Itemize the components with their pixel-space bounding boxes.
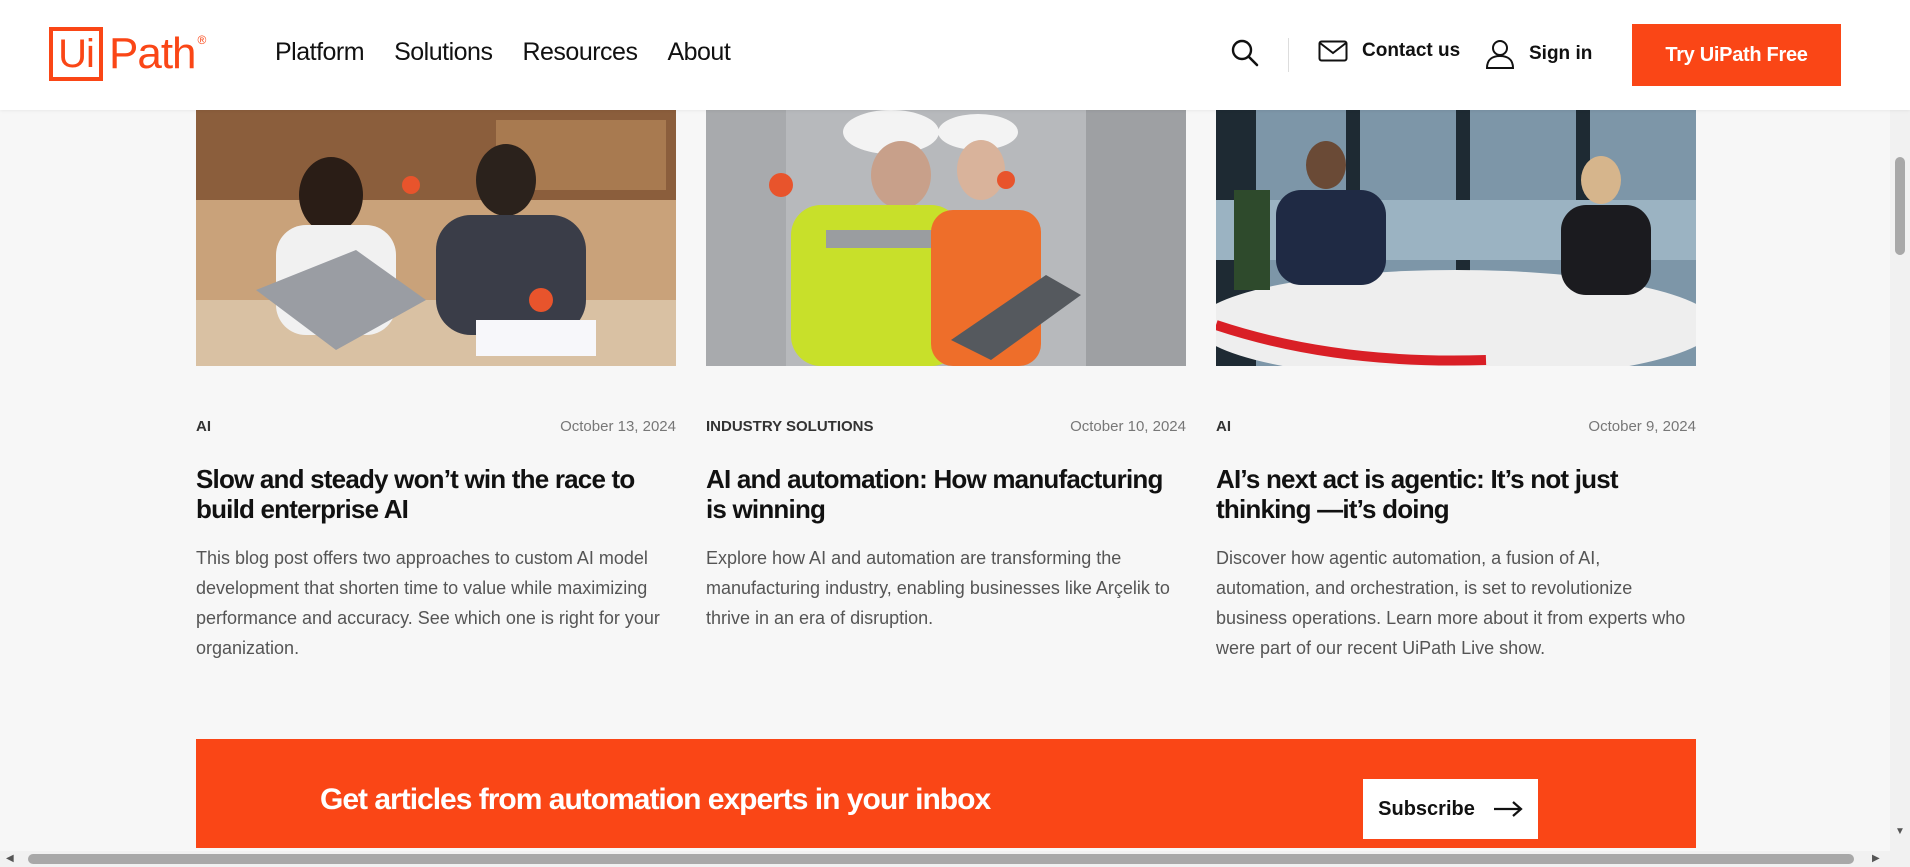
article-image-factory[interactable] xyxy=(706,110,1186,366)
horizontal-scrollbar[interactable]: ◀ ▶ xyxy=(0,851,1910,867)
article-card[interactable]: AI October 9, 2024 AI’s next act is agen… xyxy=(1196,110,1716,663)
subscribe-button-label: Subscribe xyxy=(1378,797,1475,820)
article-title[interactable]: AI and automation: How manufacturing is … xyxy=(706,464,1186,524)
article-tag[interactable]: AI xyxy=(1216,418,1231,435)
nav-about[interactable]: About xyxy=(667,38,730,67)
article-description: Explore how AI and automation are transf… xyxy=(706,548,1170,628)
nav-resources[interactable]: Resources xyxy=(522,38,638,67)
header-divider xyxy=(1288,38,1289,72)
article-description: This blog post offers two approaches to … xyxy=(196,548,660,658)
article-card[interactable]: AI October 13, 2024 Slow and steady won’… xyxy=(196,110,676,663)
user-icon xyxy=(1485,40,1515,69)
contact-us-label: Contact us xyxy=(1362,40,1461,61)
search-icon[interactable] xyxy=(1230,38,1260,68)
article-date: October 10, 2024 xyxy=(1070,418,1186,435)
logo-ui-box: Ui xyxy=(49,27,103,81)
horizontal-scroll-thumb[interactable] xyxy=(28,854,1854,864)
article-meta: AI October 13, 2024 xyxy=(196,418,676,435)
article-tag[interactable]: INDUSTRY SOLUTIONS xyxy=(706,418,874,435)
scroll-down-arrow-icon[interactable]: ▼ xyxy=(1895,826,1905,837)
site-header: Ui Path ® Platform Solutions Resources A… xyxy=(0,0,1910,110)
article-image-office[interactable] xyxy=(196,110,676,366)
vertical-scrollbar[interactable]: ▲ ▼ xyxy=(1890,0,1910,851)
article-date: October 9, 2024 xyxy=(1588,418,1696,435)
subscribe-banner-text: Get articles from automation experts in … xyxy=(320,783,991,816)
article-date: October 13, 2024 xyxy=(560,418,676,435)
mail-icon xyxy=(1318,40,1348,62)
article-meta: AI October 9, 2024 xyxy=(1216,418,1696,435)
article-description: Discover how agentic automation, a fusio… xyxy=(1216,548,1686,658)
sign-in-label: Sign in xyxy=(1529,43,1593,64)
sign-in-link[interactable]: Sign in xyxy=(1485,38,1592,70)
nav-platform[interactable]: Platform xyxy=(275,38,365,67)
article-tag[interactable]: AI xyxy=(196,418,211,435)
scroll-left-arrow-icon[interactable]: ◀ xyxy=(6,853,14,864)
try-uipath-free-button[interactable]: Try UiPath Free xyxy=(1632,24,1841,86)
article-title[interactable]: AI’s next act is agentic: It’s not just … xyxy=(1216,464,1696,524)
main-nav: Platform Solutions Resources About xyxy=(275,38,731,67)
arrow-right-icon xyxy=(1493,801,1523,817)
logo-registered-mark: ® xyxy=(197,33,207,47)
contact-us-link[interactable]: Contact us xyxy=(1318,40,1460,62)
article-image-studio[interactable] xyxy=(1196,110,1716,380)
vertical-scroll-thumb[interactable] xyxy=(1895,157,1905,255)
scroll-right-arrow-icon[interactable]: ▶ xyxy=(1872,853,1880,864)
article-title[interactable]: Slow and steady won’t win the race to bu… xyxy=(196,464,676,524)
nav-solutions[interactable]: Solutions xyxy=(394,38,493,67)
subscribe-banner: Get articles from automation experts in … xyxy=(196,739,1696,848)
uipath-logo[interactable]: Ui Path ® xyxy=(49,24,206,84)
subscribe-button[interactable]: Subscribe xyxy=(1363,779,1538,839)
article-card[interactable]: INDUSTRY SOLUTIONS October 10, 2024 AI a… xyxy=(706,110,1186,633)
logo-path-text: Path xyxy=(109,29,197,78)
article-meta: INDUSTRY SOLUTIONS October 10, 2024 xyxy=(706,418,1186,435)
